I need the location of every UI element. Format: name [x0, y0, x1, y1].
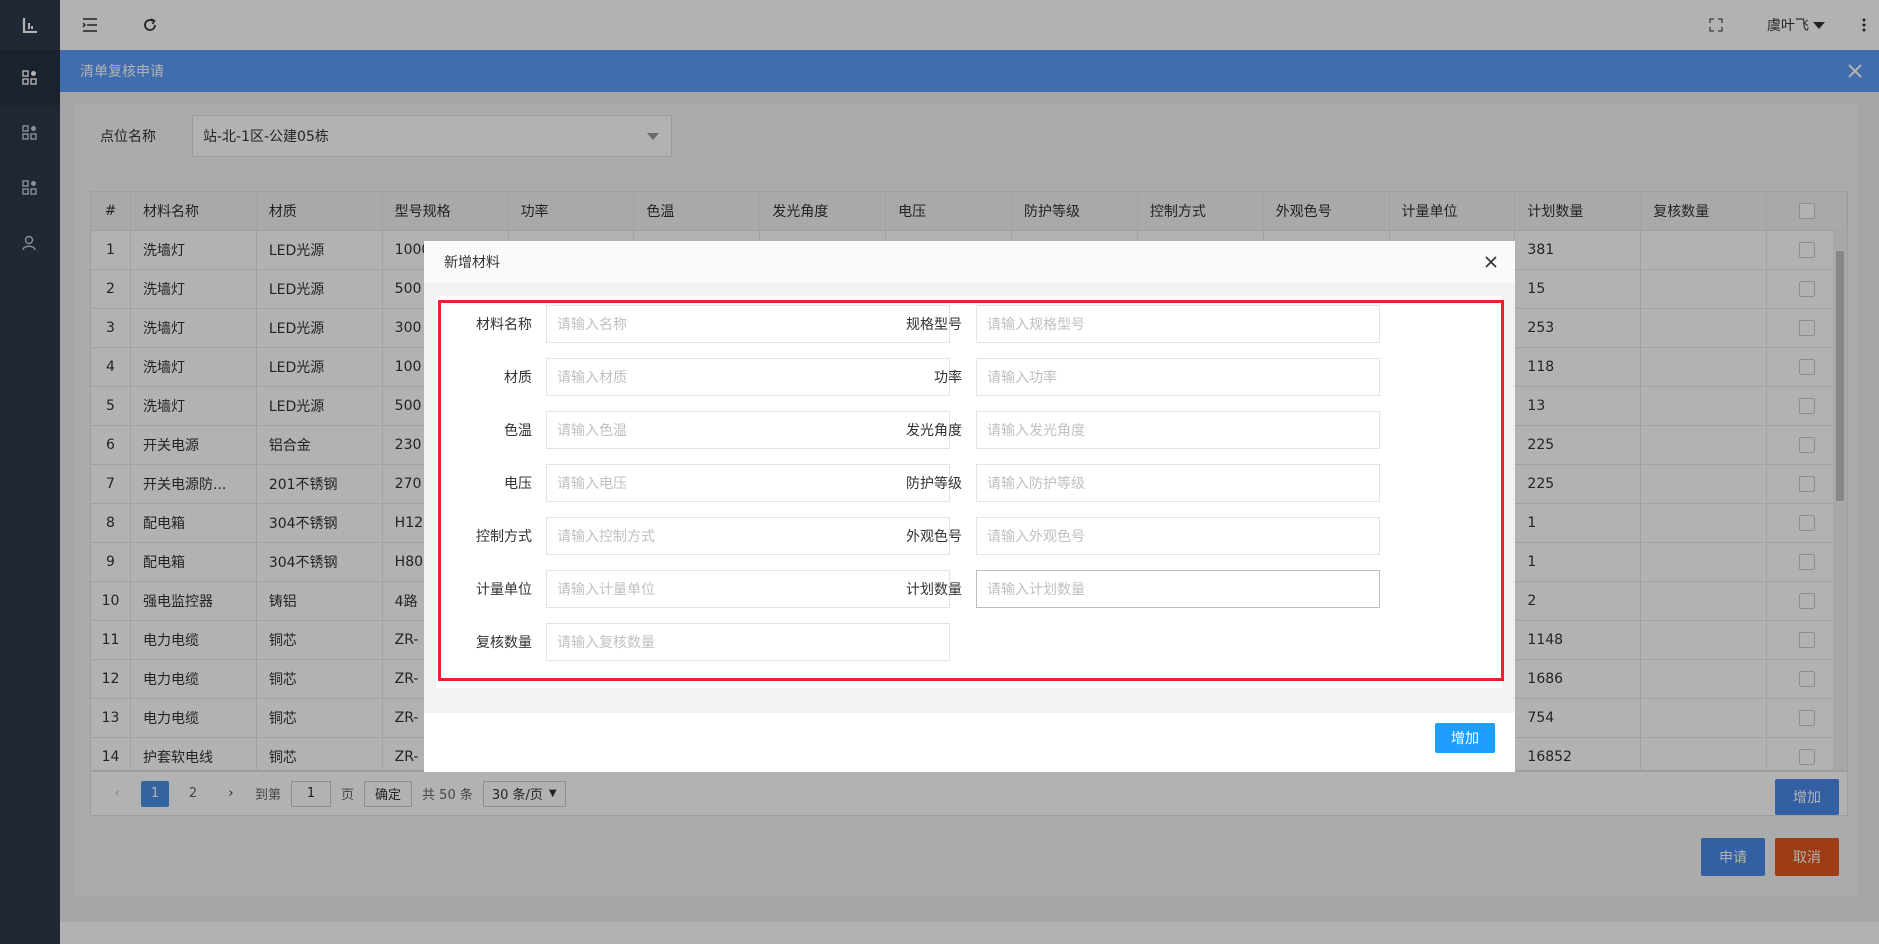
submit-add-button[interactable]: 增加: [1435, 723, 1495, 753]
add-material-dialog: 新增材料 材料名称 请输入名称 规格型号 请输入规格型号 材质 请输入材质 功率 请输入功率色…: [424, 241, 1515, 772]
dialog-title: 新增材料: [444, 255, 500, 271]
dialog-header: 新增材料: [424, 241, 1515, 283]
highlight-box: [438, 300, 1504, 681]
close-icon[interactable]: [1483, 254, 1499, 270]
dialog-footer: 增加: [424, 713, 1515, 772]
